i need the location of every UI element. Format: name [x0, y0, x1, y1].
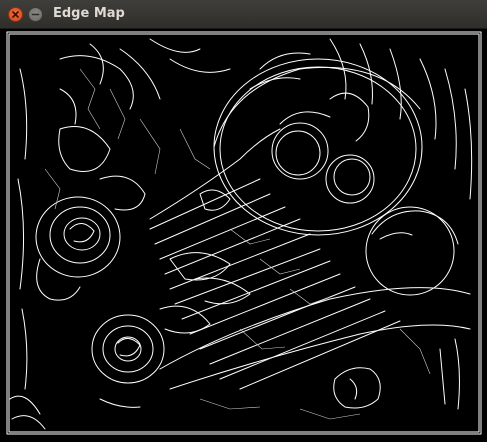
minimize-icon — [31, 13, 40, 16]
edge-map-canvas — [0, 29, 487, 442]
window-titlebar[interactable]: Edge Map — [0, 0, 487, 29]
minimize-button[interactable] — [28, 7, 43, 22]
close-icon — [12, 11, 19, 18]
edge-map-image — [6, 31, 482, 435]
window-title: Edge Map — [53, 6, 125, 21]
close-button[interactable] — [8, 7, 23, 22]
edge-map-window: Edge Map — [0, 0, 487, 442]
